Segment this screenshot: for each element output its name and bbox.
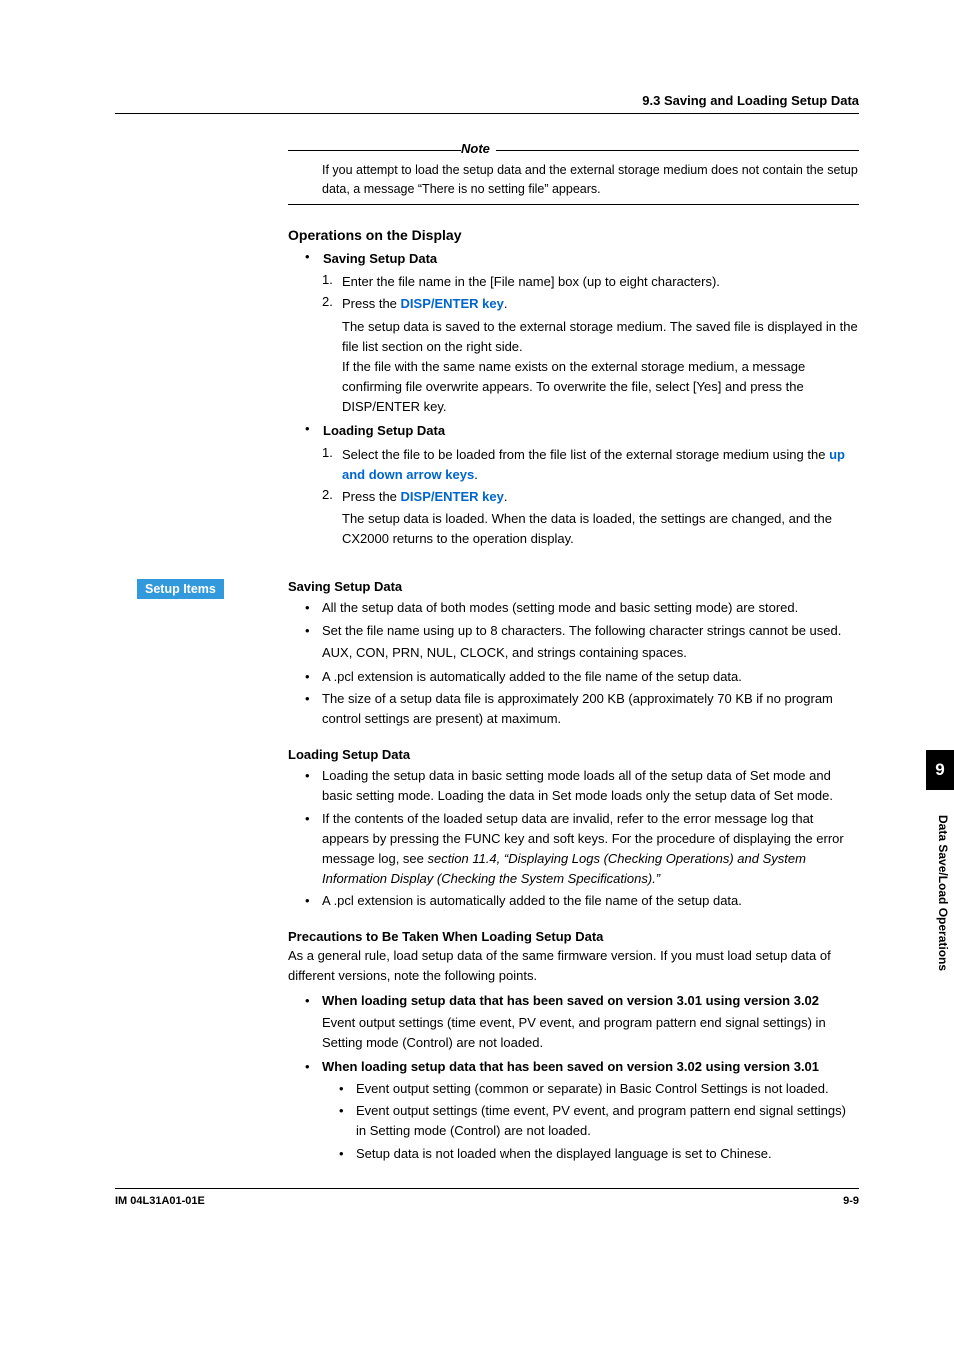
bullet-icon: •	[305, 766, 322, 806]
page-content: 9.3 Saving and Loading Setup Data Note I…	[0, 0, 954, 1227]
step-number: 1.	[322, 272, 342, 292]
note-top-rule: Note	[288, 132, 859, 151]
bullet-icon: •	[305, 598, 322, 618]
list-item: All the setup data of both modes (settin…	[322, 598, 859, 618]
step-number: 1.	[322, 445, 342, 485]
loading-step2: Press the DISP/ENTER key.	[342, 487, 859, 507]
note-bottom-rule	[288, 204, 859, 205]
loading-heading: Loading Setup Data	[288, 747, 859, 762]
precaution-body: Event output settings (time event, PV ev…	[322, 1013, 859, 1053]
bullet-icon: •	[339, 1079, 356, 1099]
saving-step2: Press the DISP/ENTER key.	[342, 294, 859, 314]
doc-id: IM 04L31A01-01E	[115, 1195, 205, 1207]
chapter-label: Data Save/Load Operations	[936, 815, 950, 971]
saving-step1: Enter the file name in the [File name] b…	[342, 272, 859, 292]
list-item: A .pcl extension is automatically added …	[322, 891, 859, 911]
note-block: Note If you attempt to load the setup da…	[115, 132, 859, 205]
operations-heading: Operations on the Display	[288, 227, 859, 243]
bullet-icon: •	[305, 891, 322, 911]
running-header: 9.3 Saving and Loading Setup Data	[115, 92, 859, 114]
bullet-icon: •	[305, 991, 322, 1011]
saving-heading: Saving Setup Data	[288, 579, 859, 594]
note-label: Note	[461, 141, 496, 156]
disp-enter-link[interactable]: DISP/ENTER key	[401, 489, 504, 504]
loading-step2-body: The setup data is loaded. When the data …	[342, 509, 859, 549]
bullet-icon: •	[305, 249, 323, 269]
page-footer: IM 04L31A01-01E 9-9	[115, 1188, 859, 1207]
loading-step1: Select the file to be loaded from the fi…	[342, 445, 859, 485]
bullet-icon: •	[305, 1057, 322, 1077]
bullet-icon: •	[305, 421, 323, 441]
step-number: 2.	[322, 487, 342, 507]
list-item: Event output setting (common or separate…	[356, 1079, 859, 1099]
bullet-icon: •	[305, 667, 322, 687]
list-item: A .pcl extension is automatically added …	[322, 667, 859, 687]
loading-steps: 1. Select the file to be loaded from the…	[322, 445, 859, 507]
bullet-icon: •	[339, 1144, 356, 1164]
step-number: 2.	[322, 294, 342, 314]
bullet-icon: •	[305, 621, 322, 641]
bullet-icon: •	[339, 1101, 356, 1141]
setup-items-content: Saving Setup Data •All the setup data of…	[115, 579, 859, 1163]
bullet-icon: •	[305, 809, 322, 890]
section-title: 9.3 Saving and Loading Setup Data	[642, 93, 859, 108]
saving-steps: 1. Enter the file name in the [File name…	[322, 272, 859, 314]
list-item-sub: AUX, CON, PRN, NUL, CLOCK, and strings c…	[322, 643, 859, 663]
list-item: If the contents of the loaded setup data…	[322, 809, 859, 890]
bullet-icon: •	[305, 689, 322, 729]
precautions-heading: Precautions to Be Taken When Loading Set…	[288, 929, 859, 944]
chapter-tab: 9	[926, 750, 954, 790]
list-item: Setup data is not loaded when the displa…	[356, 1144, 859, 1164]
list-item: Loading the setup data in basic setting …	[322, 766, 859, 806]
page-number: 9-9	[843, 1195, 859, 1207]
list-item: Event output settings (time event, PV ev…	[356, 1101, 859, 1141]
precaution-title: When loading setup data that has been sa…	[322, 1057, 859, 1077]
saving-title: Saving Setup Data	[323, 249, 437, 269]
loading-setup-block: • Loading Setup Data	[305, 421, 859, 441]
setup-items-badge: Setup Items	[137, 579, 224, 599]
disp-enter-link[interactable]: DISP/ENTER key	[401, 296, 504, 311]
list-item: Set the file name using up to 8 characte…	[322, 621, 859, 641]
list-item: The size of a setup data file is approxi…	[322, 689, 859, 729]
chapter-number: 9	[926, 760, 954, 780]
saving-setup-block: • Saving Setup Data	[305, 249, 859, 269]
note-text: If you attempt to load the setup data an…	[322, 161, 859, 200]
precaution-title: When loading setup data that has been sa…	[322, 991, 859, 1011]
saving-step2-body: The setup data is saved to the external …	[342, 317, 859, 418]
loading-title: Loading Setup Data	[323, 421, 445, 441]
precautions-intro: As a general rule, load setup data of th…	[288, 946, 859, 986]
